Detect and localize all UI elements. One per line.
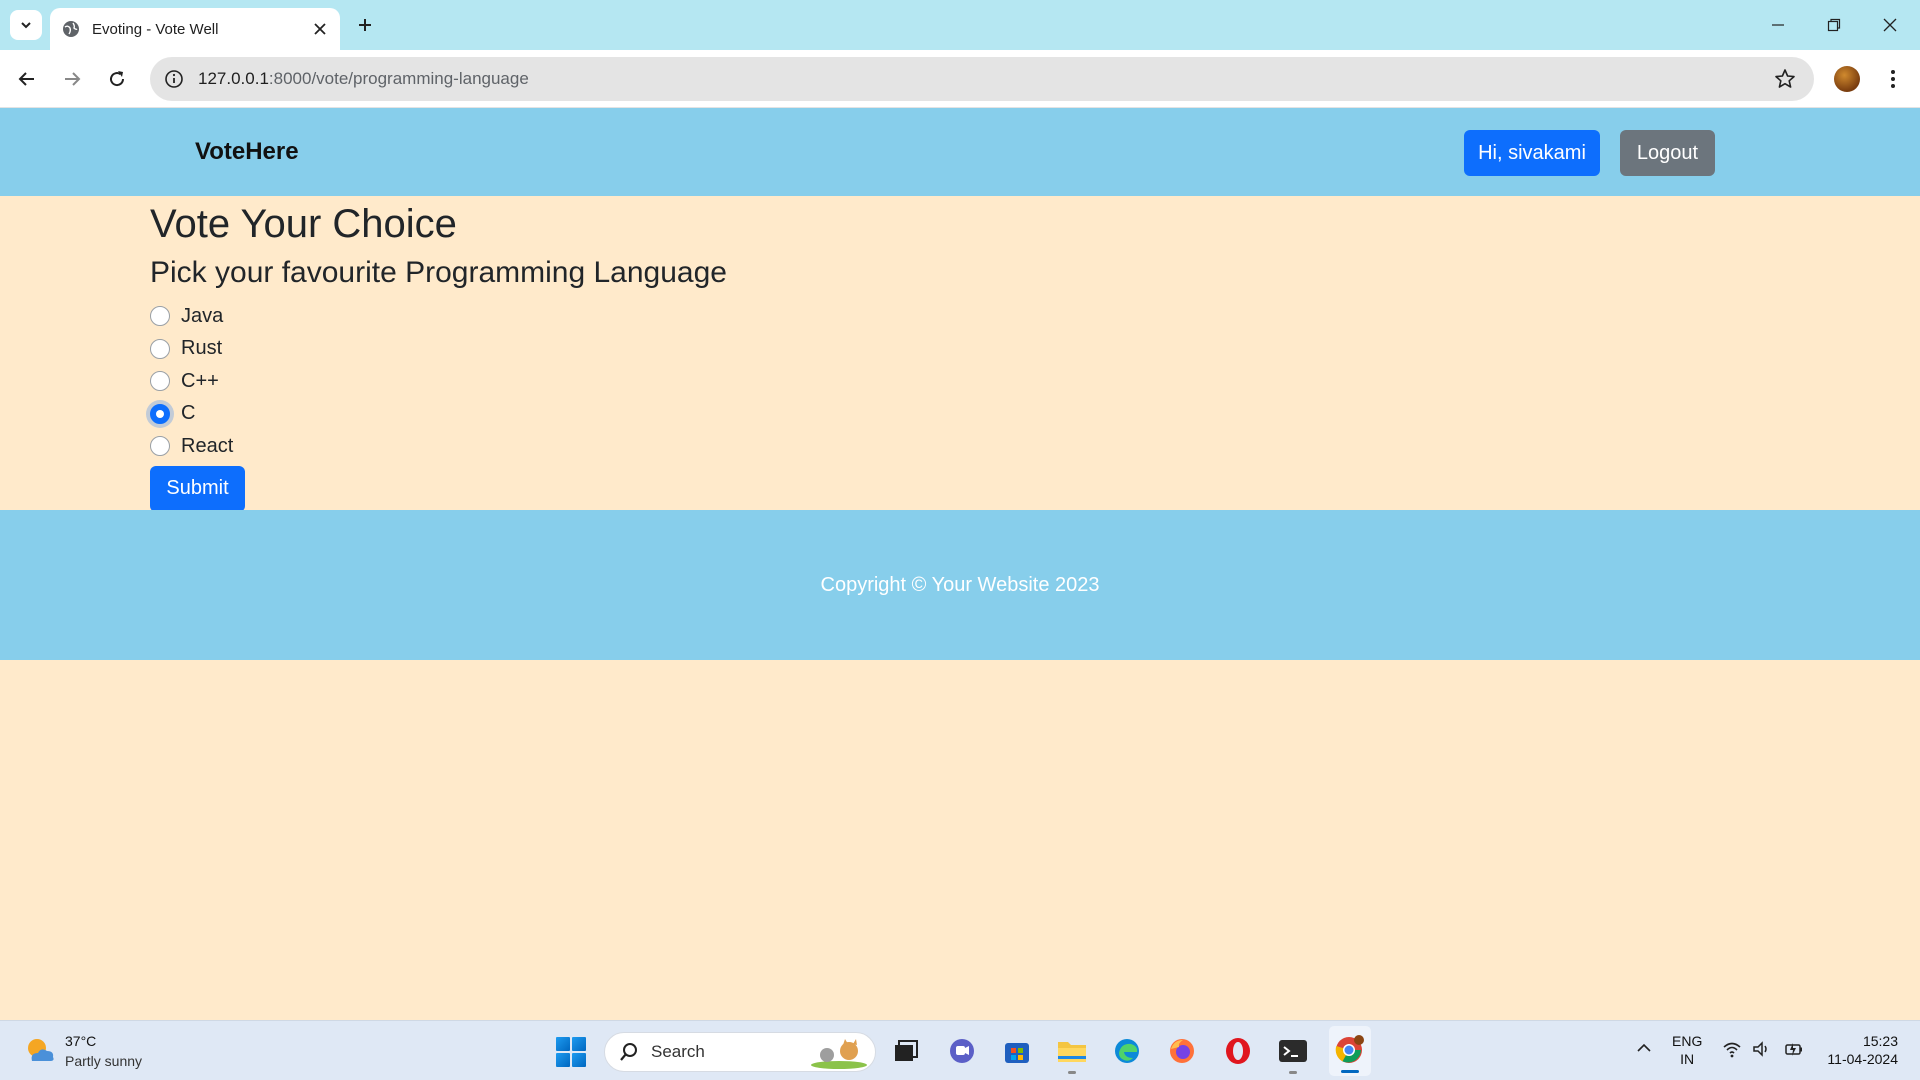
chevron-down-icon <box>21 22 31 29</box>
option-item[interactable]: C <box>150 398 1850 431</box>
new-tab-button[interactable] <box>352 12 378 38</box>
browser-tab[interactable]: Evoting - Vote Well <box>50 8 340 50</box>
active-app-indicator <box>1341 1070 1359 1073</box>
clock-time: 15:23 <box>1862 1033 1898 1049</box>
plus-icon <box>359 19 371 31</box>
option-item[interactable]: C++ <box>150 365 1850 398</box>
chrome-button[interactable] <box>1333 1034 1365 1066</box>
arrow-right-icon <box>65 72 81 86</box>
arrow-left-icon <box>18 72 34 86</box>
restore-icon <box>1827 18 1841 32</box>
option-label[interactable]: Rust <box>181 337 222 360</box>
profile-avatar[interactable] <box>1834 66 1860 92</box>
option-list: Java Rust C++ C React <box>150 300 1850 463</box>
radio-button[interactable] <box>150 371 170 392</box>
submit-button[interactable]: Submit <box>150 465 245 512</box>
chevron-up-icon[interactable] <box>1634 1038 1654 1058</box>
site-info-icon[interactable] <box>164 69 184 89</box>
more-vert-icon <box>1891 70 1895 88</box>
region-code: IN <box>1680 1051 1695 1067</box>
browser-menu-button[interactable] <box>1880 66 1906 92</box>
clock-date: 11-04-2024 <box>1827 1051 1898 1067</box>
close-tab-icon[interactable] <box>312 21 328 37</box>
minimize-button[interactable] <box>1758 10 1798 40</box>
radio-button[interactable] <box>150 436 170 457</box>
address-bar[interactable]: 127.0.0.1:8000/vote/programming-language <box>150 57 1814 101</box>
radio-button[interactable] <box>150 306 170 327</box>
logout-button[interactable]: Logout <box>1620 130 1715 176</box>
page-title: Vote Your Choice <box>150 202 457 246</box>
url-host: 127.0.0.1 <box>198 69 269 88</box>
tab-title: Evoting - Vote Well <box>92 20 219 38</box>
option-item[interactable]: React <box>150 430 1850 463</box>
system-clock[interactable]: 15:23 11-04-2024 <box>1827 1032 1898 1068</box>
bookmark-star-icon[interactable] <box>1774 68 1796 90</box>
site-navbar: VoteHere Hi, sivakami Logout <box>0 108 1920 196</box>
radio-button[interactable] <box>150 338 170 359</box>
option-label[interactable]: C++ <box>181 370 219 393</box>
site-footer: Copyright © Your Website 2023 <box>0 510 1920 660</box>
forward-button[interactable] <box>56 63 88 95</box>
reload-icon <box>110 71 125 87</box>
language-code: ENG <box>1672 1033 1703 1049</box>
tab-strip: Evoting - Vote Well <box>0 0 1920 50</box>
back-button[interactable] <box>11 63 43 95</box>
vote-form: Vote Your Choice Pick your favourite Pro… <box>150 196 1850 512</box>
poll-question: Pick your favourite Programming Language <box>150 256 727 289</box>
url-path: :8000/vote/programming-language <box>268 69 529 88</box>
minimize-icon <box>1772 24 1784 26</box>
tab-search-button[interactable] <box>10 10 42 40</box>
restore-button[interactable] <box>1814 10 1854 40</box>
volume-icon[interactable] <box>1751 1039 1771 1059</box>
reload-button[interactable] <box>101 63 133 95</box>
close-icon <box>1883 18 1897 32</box>
user-greeting-button[interactable]: Hi, sivakami <box>1464 130 1600 176</box>
chrome-icon <box>1335 1035 1364 1063</box>
copyright-text: Copyright © Your Website 2023 <box>820 573 1100 596</box>
battery-charging-icon[interactable] <box>1783 1039 1803 1059</box>
radio-button[interactable] <box>150 403 170 424</box>
option-label[interactable]: React <box>181 435 233 458</box>
globe-icon <box>63 21 79 37</box>
option-item[interactable]: Java <box>150 300 1850 333</box>
option-label[interactable]: C <box>181 402 195 425</box>
close-window-button[interactable] <box>1870 10 1910 40</box>
brand-logo[interactable]: VoteHere <box>195 138 299 166</box>
option-item[interactable]: Rust <box>150 333 1850 366</box>
option-label[interactable]: Java <box>181 305 223 328</box>
browser-toolbar: 127.0.0.1:8000/vote/programming-language <box>0 50 1920 108</box>
url-text: 127.0.0.1:8000/vote/programming-language <box>198 69 529 89</box>
taskbar-overlay: ENG IN 15:23 11-04-2024 <box>0 1020 1920 1080</box>
language-indicator[interactable]: ENG IN <box>1672 1032 1702 1068</box>
wifi-icon[interactable] <box>1722 1039 1742 1059</box>
